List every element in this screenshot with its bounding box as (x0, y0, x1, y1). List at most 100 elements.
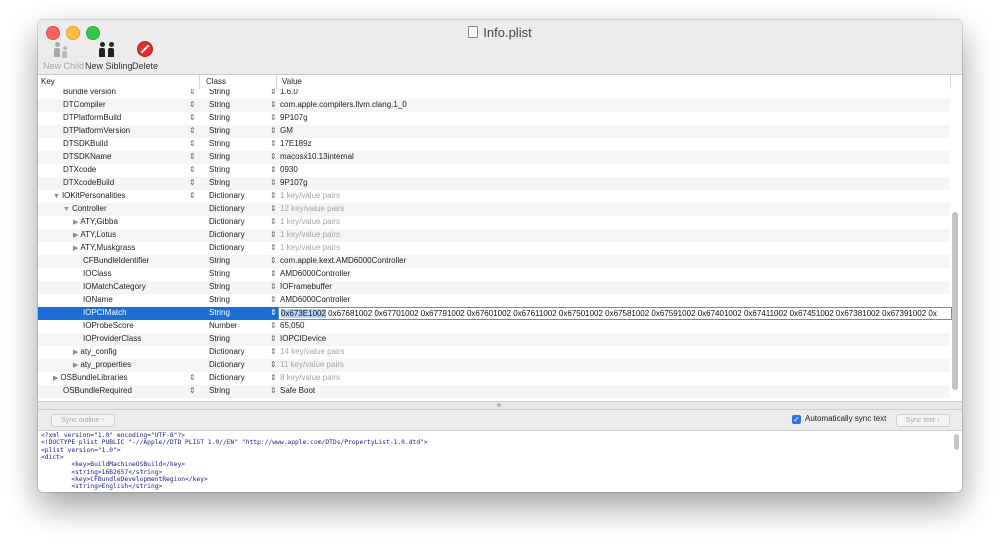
disclosure-collapsed-icon[interactable]: ▶ (73, 245, 78, 252)
row-class[interactable]: String (209, 386, 230, 395)
key-stepper-icon[interactable]: ⇕ (189, 126, 196, 135)
class-stepper-icon[interactable]: ⇕ (270, 191, 277, 200)
class-stepper-icon[interactable]: ⇕ (270, 89, 277, 96)
row-value[interactable]: IOFramebuffer (280, 282, 940, 291)
row-value[interactable]: GM (280, 126, 940, 135)
disclosure-collapsed-icon[interactable]: ▶ (73, 349, 78, 356)
outline-row[interactable]: IOClass String ⇕ AMD6000Controller (38, 268, 950, 281)
row-class[interactable]: String (209, 165, 230, 174)
key-stepper-icon[interactable]: ⇕ (189, 89, 196, 96)
row-value[interactable]: com.apple.kext.AMD6000Controller (280, 256, 940, 265)
outline-row[interactable]: DTSDKName ⇕ String ⇕ macosx10.13internal (38, 151, 950, 164)
outline-row[interactable]: DTXcodeBuild ⇕ String ⇕ 9P107g (38, 177, 950, 190)
row-value[interactable]: com.apple.compilers.llvm.clang.1_0 (280, 100, 940, 109)
row-class[interactable]: String (209, 334, 230, 343)
class-column-header[interactable]: Class (206, 77, 226, 86)
row-value[interactable]: IOPCIDevice (280, 334, 940, 343)
outline-row[interactable]: DTSDKBuild ⇕ String ⇕ 17E189z (38, 138, 950, 151)
row-class[interactable]: String (209, 139, 230, 148)
class-stepper-icon[interactable]: ⇕ (270, 217, 277, 226)
class-stepper-icon[interactable]: ⇕ (270, 113, 277, 122)
outline-row[interactable]: ▶ aty_properties Dictionary ⇕ 11 key/value p… (38, 359, 950, 372)
row-value[interactable]: 1 key/value pairs (280, 191, 940, 200)
value-column-header[interactable]: Value (282, 77, 302, 86)
row-class[interactable]: String (209, 295, 230, 304)
class-stepper-icon[interactable]: ⇕ (270, 243, 277, 252)
class-stepper-icon[interactable]: ⇕ (270, 165, 277, 174)
outline-row[interactable]: ▶ ATY,Muskgrass Dictionary ⇕ 1 key/value pai… (38, 242, 950, 255)
row-class[interactable]: Number (209, 321, 237, 330)
row-value[interactable]: 14 key/value pairs (280, 347, 940, 356)
delete-button[interactable]: Delete (132, 40, 158, 72)
outline-row[interactable]: IOProviderClass String ⇕ IOPCIDevice (38, 333, 950, 346)
disclosure-expanded-icon[interactable]: ▼ (53, 193, 60, 200)
row-class[interactable]: Dictionary (209, 360, 245, 369)
key-stepper-icon[interactable]: ⇕ (189, 165, 196, 174)
row-class[interactable]: Dictionary (209, 347, 245, 356)
row-class[interactable]: Dictionary (209, 373, 245, 382)
class-stepper-icon[interactable]: ⇕ (270, 256, 277, 265)
class-stepper-icon[interactable]: ⇕ (270, 269, 277, 278)
row-class[interactable]: String (209, 113, 230, 122)
outline-row[interactable]: DTXcode ⇕ String ⇕ 0930 (38, 164, 950, 177)
class-stepper-icon[interactable]: ⇕ (270, 204, 277, 213)
key-stepper-icon[interactable]: ⇕ (189, 373, 196, 382)
outline-row[interactable]: ▶ OSBundleLibraries ⇕ Dictionary ⇕ 8 key/valu… (38, 372, 950, 385)
row-value[interactable]: 17E189z (280, 139, 940, 148)
key-stepper-icon[interactable]: ⇕ (189, 100, 196, 109)
row-value[interactable]: 0930 (280, 165, 940, 174)
new-child-button[interactable]: New Child (43, 40, 84, 72)
row-class[interactable]: Dictionary (209, 191, 245, 200)
row-value[interactable]: 1 key/value pairs (280, 243, 940, 252)
row-class[interactable]: String (209, 152, 230, 161)
row-class[interactable]: String (209, 269, 230, 278)
outline-row[interactable]: IOMatchCategory String ⇕ IOFramebuffer (38, 281, 950, 294)
class-stepper-icon[interactable]: ⇕ (270, 139, 277, 148)
outline-row[interactable]: OSBundleRequired ⇕ String ⇕ Safe Boot (38, 385, 950, 398)
key-column-header[interactable]: Key (41, 77, 55, 86)
row-class[interactable]: String (209, 89, 230, 96)
class-stepper-icon[interactable]: ⇕ (270, 334, 277, 343)
key-stepper-icon[interactable]: ⇕ (189, 191, 196, 200)
class-stepper-icon[interactable]: ⇕ (270, 178, 277, 187)
row-value[interactable]: 1 key/value pairs (280, 230, 940, 239)
disclosure-collapsed-icon[interactable]: ▶ (73, 219, 78, 226)
outline-row[interactable]: Bundle version ⇕ String ⇕ 1.6.0 (38, 89, 950, 99)
outline-row[interactable]: ▶ ATY,Gibba Dictionary ⇕ 1 key/value pairs (38, 216, 950, 229)
disclosure-expanded-icon[interactable]: ▼ (63, 206, 70, 213)
row-class[interactable]: Dictionary (209, 243, 245, 252)
key-stepper-icon[interactable]: ⇕ (189, 386, 196, 395)
outline-row[interactable]: ▼ Controller Dictionary ⇕ 12 key/value pairs (38, 203, 950, 216)
class-stepper-icon[interactable]: ⇕ (270, 308, 277, 317)
class-stepper-icon[interactable]: ⇕ (270, 295, 277, 304)
row-class[interactable]: String (209, 126, 230, 135)
class-stepper-icon[interactable]: ⇕ (270, 321, 277, 330)
row-class[interactable]: Dictionary (209, 204, 245, 213)
row-value[interactable]: 11 key/value pairs (280, 360, 940, 369)
disclosure-collapsed-icon[interactable]: ▶ (73, 232, 78, 239)
row-class[interactable]: String (209, 100, 230, 109)
key-stepper-icon[interactable]: ⇕ (189, 139, 196, 148)
row-value[interactable]: AMD6000Controller (280, 269, 940, 278)
class-stepper-icon[interactable]: ⇕ (270, 386, 277, 395)
outline-row[interactable]: DTPlatformBuild ⇕ String ⇕ 9P107g (38, 112, 950, 125)
key-stepper-icon[interactable]: ⇕ (189, 113, 196, 122)
disclosure-collapsed-icon[interactable]: ▶ (73, 362, 78, 369)
outline-row[interactable]: ▼ IOKitPersonalities ⇕ Dictionary ⇕ 1 key/val… (38, 190, 950, 203)
row-class[interactable]: String (209, 256, 230, 265)
class-stepper-icon[interactable]: ⇕ (270, 347, 277, 356)
row-value[interactable]: 65,050 (280, 321, 940, 330)
row-value[interactable]: 9P107g (280, 178, 940, 187)
new-sibling-button[interactable]: New Sibling (85, 40, 133, 72)
outline-scrollbar[interactable] (952, 212, 958, 390)
row-value[interactable]: Safe Boot (280, 386, 940, 395)
row-class[interactable]: Dictionary (209, 230, 245, 239)
class-stepper-icon[interactable]: ⇕ (270, 230, 277, 239)
class-stepper-icon[interactable]: ⇕ (270, 282, 277, 291)
class-stepper-icon[interactable]: ⇕ (270, 100, 277, 109)
row-class[interactable]: String (209, 178, 230, 187)
outline-row[interactable]: DTCompiler ⇕ String ⇕ com.apple.compilers.ll… (38, 99, 950, 112)
row-class[interactable]: String (209, 308, 230, 317)
auto-sync-checkbox[interactable]: ✓ (792, 415, 801, 424)
row-value[interactable]: 1.6.0 (280, 89, 940, 96)
